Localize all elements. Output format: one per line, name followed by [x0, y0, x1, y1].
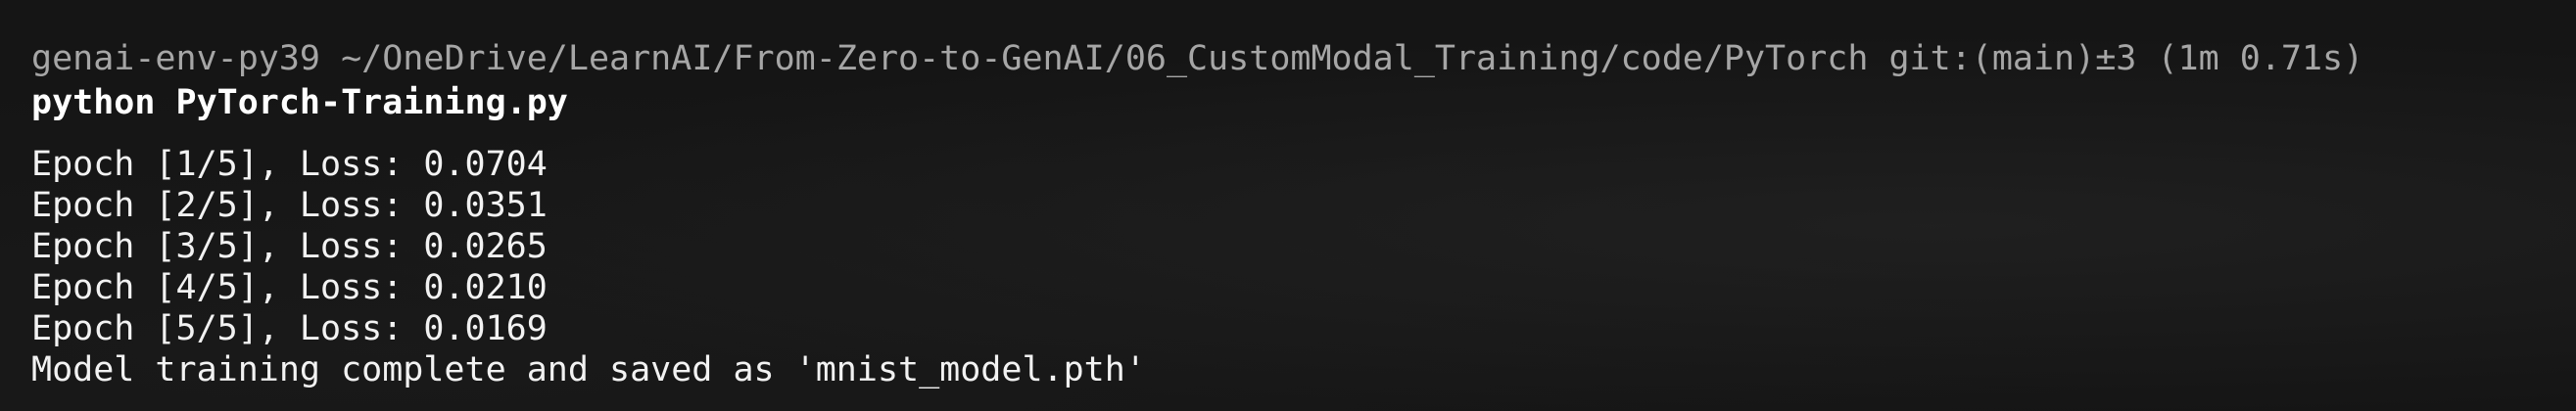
- prompt-path: ~/OneDrive/LearnAI/From-Zero-to-GenAI/06…: [341, 39, 1869, 78]
- command-line: python PyTorch-Training.py: [31, 83, 568, 122]
- output-line: Epoch [3/5], Loss: 0.0265: [31, 227, 548, 266]
- prompt-duration: (1m 0.71s): [2157, 39, 2364, 78]
- command-output: Epoch [1/5], Loss: 0.0704 Epoch [2/5], L…: [31, 144, 1146, 390]
- prompt-git-status: git:(main)±3: [1888, 39, 2137, 78]
- output-line: Epoch [4/5], Loss: 0.0210: [31, 268, 548, 307]
- output-line: Model training complete and saved as 'mn…: [31, 350, 1146, 389]
- output-line: Epoch [5/5], Loss: 0.0169: [31, 309, 548, 348]
- terminal-window[interactable]: genai-env-py39 ~/OneDrive/LearnAI/From-Z…: [0, 0, 2576, 411]
- output-line: Epoch [2/5], Loss: 0.0351: [31, 186, 548, 225]
- prompt-env: genai-env-py39: [31, 39, 321, 78]
- shell-prompt: genai-env-py39 ~/OneDrive/LearnAI/From-Z…: [31, 38, 2363, 79]
- output-line: Epoch [1/5], Loss: 0.0704: [31, 145, 548, 184]
